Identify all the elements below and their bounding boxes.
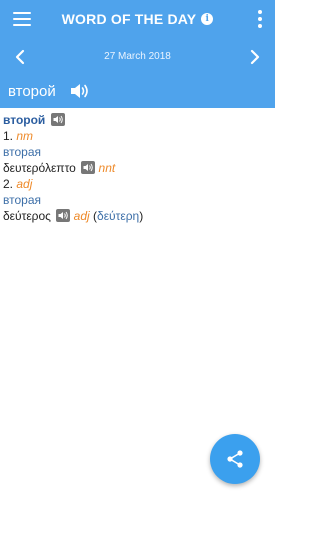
page-title-container: WORD OF THE DAY i: [0, 11, 275, 27]
share-icon: [227, 450, 243, 468]
word-of-the-day-screen: WORD OF THE DAY i 27 March 2018 второй в…: [0, 0, 275, 545]
dictionary-entry: второй 1. nm вторая δευτερόλεπτο nnt 2. …: [3, 112, 271, 224]
speaker-icon[interactable]: [50, 113, 65, 126]
entry-headword: второй: [3, 113, 46, 127]
paren-close: ): [139, 209, 144, 223]
entry-headword-line: второй: [3, 112, 271, 128]
speaker-icon[interactable]: [70, 82, 90, 100]
translation[interactable]: вторая: [3, 192, 271, 208]
sense-2: 2. adj: [3, 176, 271, 192]
compound-word[interactable]: δευτερόλεπτο: [3, 161, 76, 175]
part-of-speech: nnt: [98, 161, 116, 175]
date-label: 27 March 2018: [104, 51, 171, 62]
translation[interactable]: вторая: [3, 144, 271, 160]
headword: второй: [8, 83, 56, 100]
derived-form[interactable]: δεύτερη: [97, 209, 139, 223]
sense-number: 1.: [3, 129, 14, 143]
compound-line: δευτερόλεπτο nnt: [3, 160, 271, 176]
page-title: WORD OF THE DAY: [61, 11, 197, 27]
part-of-speech: adj: [73, 209, 90, 223]
app-bar: WORD OF THE DAY i: [0, 0, 275, 38]
derived-word[interactable]: δεύτερος: [3, 209, 51, 223]
date-navigation: 27 March 2018: [0, 38, 275, 76]
headword-bar: второй: [0, 76, 275, 108]
chevron-right-icon[interactable]: [247, 49, 263, 65]
speaker-icon[interactable]: [56, 209, 71, 222]
sense-number: 2.: [3, 177, 14, 191]
part-of-speech: adj: [16, 177, 33, 191]
share-button[interactable]: [210, 434, 260, 484]
more-vertical-icon[interactable]: [257, 10, 263, 28]
info-icon[interactable]: i: [201, 13, 214, 25]
speaker-icon[interactable]: [81, 161, 96, 174]
part-of-speech: nm: [16, 129, 34, 143]
sense-1: 1. nm: [3, 128, 271, 144]
derived-line: δεύτερος adj (δεύτερη): [3, 208, 271, 224]
